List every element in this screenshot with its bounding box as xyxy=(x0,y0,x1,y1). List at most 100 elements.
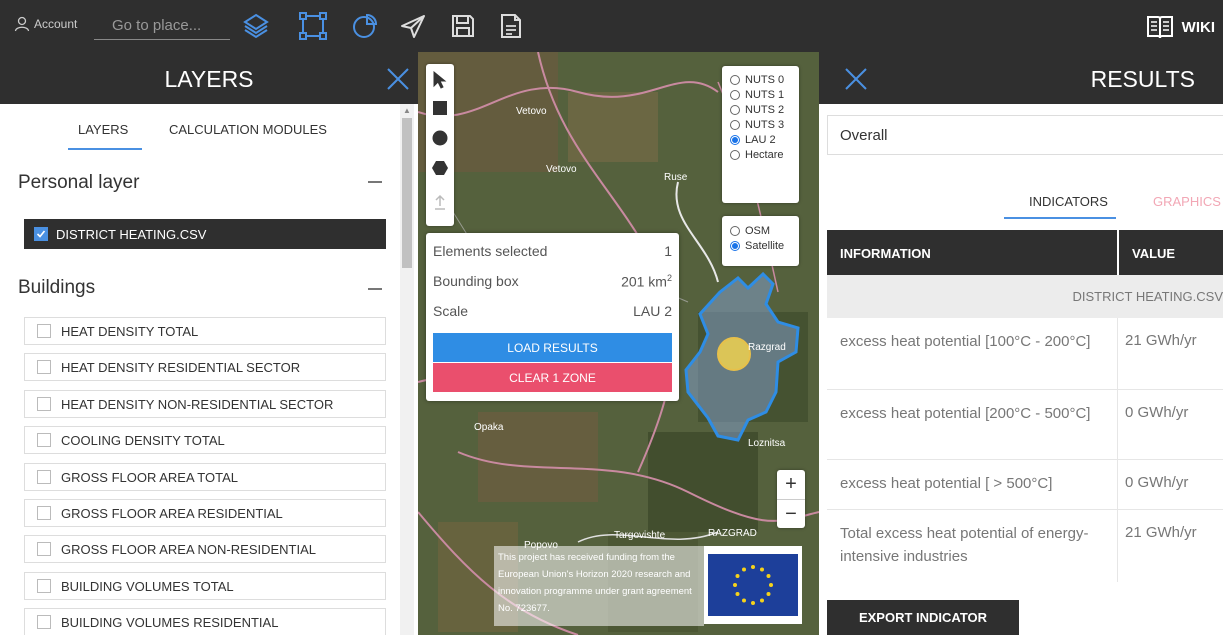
close-results-button[interactable] xyxy=(843,66,869,92)
radio-button-selected[interactable] xyxy=(730,134,740,145)
scale-option-nuts3[interactable]: NUTS 3 xyxy=(730,117,799,132)
layer-label: GROSS FLOOR AREA NON-RESIDENTIAL xyxy=(61,541,316,557)
scale-option-nuts1[interactable]: NUTS 1 xyxy=(730,87,799,102)
layer-item[interactable]: GROSS FLOOR AREA TOTAL xyxy=(24,463,386,491)
select-tool-button[interactable] xyxy=(426,66,454,94)
indicator-name: Total excess heat potential of energy-in… xyxy=(840,525,1089,565)
tab-layers[interactable]: LAYERS xyxy=(78,122,128,137)
clear-zone-button[interactable]: CLEAR 1 ZONE xyxy=(433,363,672,392)
layer-item[interactable]: GROSS FLOOR AREA RESIDENTIAL xyxy=(24,499,386,527)
checkbox[interactable] xyxy=(37,360,51,374)
radio-button[interactable] xyxy=(730,149,740,160)
radio-button[interactable] xyxy=(730,225,740,236)
indicator-name: excess heat potential [ > 500°C] xyxy=(840,475,1053,492)
checkbox[interactable] xyxy=(37,433,51,447)
map-label-razgrad-region: RAZGRAD xyxy=(708,528,757,539)
layer-item[interactable]: COOLING DENSITY TOTAL xyxy=(24,426,386,454)
layers-toggle-button[interactable] xyxy=(241,11,271,41)
export-indicator-button[interactable]: EXPORT INDICATOR xyxy=(827,600,1019,635)
selection-square-icon xyxy=(299,12,327,40)
checkbox-checked[interactable] xyxy=(34,227,48,241)
table-row: excess heat potential [100°C - 200°C] 21… xyxy=(827,318,1223,390)
column-divider xyxy=(1117,230,1119,275)
scrollbar-thumb[interactable] xyxy=(402,118,412,268)
pie-chart-icon xyxy=(353,13,378,38)
bounding-box-value: 201 km xyxy=(621,273,667,290)
checkbox[interactable] xyxy=(37,579,51,593)
radio-button[interactable] xyxy=(730,104,740,115)
radio-button[interactable] xyxy=(730,74,740,85)
layers-icon xyxy=(243,13,269,39)
map-view[interactable]: Vetovo Opaka Popovo Razgrad RAZGRAD Lozn… xyxy=(418,52,819,635)
collapse-personal-layer-button[interactable] xyxy=(368,181,382,183)
document-icon xyxy=(501,14,521,38)
scale-option-nuts0[interactable]: NUTS 0 xyxy=(730,72,799,87)
draw-tools xyxy=(426,64,454,226)
account-label: Account xyxy=(34,17,78,31)
collapse-buildings-button[interactable] xyxy=(368,288,382,290)
scale-option-lau2[interactable]: LAU 2 xyxy=(730,132,799,147)
file-button[interactable] xyxy=(496,11,526,41)
indicator-value: 0 GWh/yr xyxy=(1125,474,1189,491)
load-results-button[interactable]: LOAD RESULTS xyxy=(433,333,672,362)
draw-polygon-button[interactable] xyxy=(426,154,454,182)
table-row: excess heat potential [200°C - 500°C] 0 … xyxy=(827,390,1223,460)
zoom-out-button[interactable]: − xyxy=(777,499,805,528)
square-icon xyxy=(433,101,447,115)
layer-item[interactable]: HEAT DENSITY RESIDENTIAL SECTOR xyxy=(24,353,386,381)
tab-graphics[interactable]: GRAPHICS xyxy=(1153,194,1221,209)
layer-label: COOLING DENSITY TOTAL xyxy=(61,432,225,448)
scale-option-hectare[interactable]: Hectare xyxy=(730,147,799,162)
layer-item[interactable]: HEAT DENSITY TOTAL xyxy=(24,317,386,345)
tab-indicators[interactable]: INDICATORS xyxy=(1029,194,1108,209)
radio-button[interactable] xyxy=(730,89,740,100)
wiki-button[interactable]: WIKI xyxy=(1146,14,1215,40)
tab-calculation-modules[interactable]: CALCULATION MODULES xyxy=(169,122,327,137)
basemap-option-label: Satellite xyxy=(745,239,785,252)
basemap-option-satellite[interactable]: Satellite xyxy=(730,238,799,253)
floppy-disk-icon xyxy=(452,15,474,37)
checkbox[interactable] xyxy=(37,506,51,520)
go-to-place-input[interactable] xyxy=(94,12,230,40)
layer-item[interactable]: BUILDING VOLUMES RESIDENTIAL xyxy=(24,608,386,635)
draw-circle-button[interactable] xyxy=(426,124,454,152)
checkbox[interactable] xyxy=(37,542,51,556)
elements-selected-label: Elements selected xyxy=(433,243,548,259)
upload-shape-button[interactable] xyxy=(426,188,454,216)
checkbox[interactable] xyxy=(37,615,51,629)
checkbox[interactable] xyxy=(37,470,51,484)
checkbox[interactable] xyxy=(37,397,51,411)
indicator-name: excess heat potential [100°C - 200°C] xyxy=(840,333,1091,350)
user-icon xyxy=(14,16,30,32)
layer-item[interactable]: HEAT DENSITY NON-RESIDENTIAL SECTOR xyxy=(24,390,386,418)
layer-item[interactable]: BUILDING VOLUMES TOTAL xyxy=(24,572,386,600)
send-feedback-button[interactable] xyxy=(398,11,428,41)
layer-item[interactable]: GROSS FLOOR AREA NON-RESIDENTIAL xyxy=(24,535,386,563)
upload-icon xyxy=(435,194,445,210)
draw-rectangle-button[interactable] xyxy=(426,94,454,122)
layers-scrollbar[interactable]: ▲ xyxy=(400,104,414,635)
indicator-name: excess heat potential [200°C - 500°C] xyxy=(840,405,1091,422)
scroll-up-arrow-icon[interactable]: ▲ xyxy=(403,106,411,115)
column-divider xyxy=(1117,460,1118,510)
layer-label: GROSS FLOOR AREA RESIDENTIAL xyxy=(61,505,283,521)
results-scope-select[interactable]: Overall xyxy=(827,115,1223,155)
radio-button[interactable] xyxy=(730,119,740,130)
basemap-option-osm[interactable]: OSM xyxy=(730,223,799,238)
zoom-in-button[interactable]: + xyxy=(777,470,805,499)
checkbox[interactable] xyxy=(37,324,51,338)
scale-option-nuts2[interactable]: NUTS 2 xyxy=(730,102,799,117)
scale-option-label: LAU 2 xyxy=(745,133,776,146)
zoom-control: + − xyxy=(777,470,805,528)
close-layers-button[interactable] xyxy=(385,66,411,92)
layer-label: BUILDING VOLUMES RESIDENTIAL xyxy=(61,614,279,630)
personal-layer-item[interactable]: DISTRICT HEATING.CSV xyxy=(24,219,386,249)
radio-button-selected[interactable] xyxy=(730,240,740,251)
selection-toggle-button[interactable] xyxy=(298,11,328,41)
account-button[interactable]: Account xyxy=(14,16,77,32)
layers-panel-title: LAYERS xyxy=(164,66,254,92)
paper-plane-icon xyxy=(401,15,425,38)
results-toggle-button[interactable] xyxy=(350,11,380,41)
save-button[interactable] xyxy=(448,11,478,41)
elements-selected-row: Elements selected 1 xyxy=(433,243,672,259)
